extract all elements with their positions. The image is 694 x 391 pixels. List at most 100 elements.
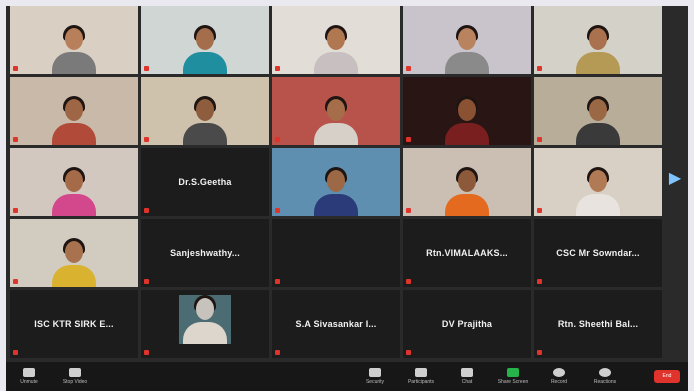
muted-mic-icon (275, 279, 280, 284)
reactions-button[interactable]: Reactions (582, 362, 628, 391)
participant-name: Rtn.VIMALAAKS... (426, 248, 508, 258)
muted-mic-icon (406, 350, 411, 355)
participant-video (272, 6, 400, 74)
participant-name-tile[interactable]: ISC KTR SIRK E... (10, 290, 138, 358)
muted-mic-icon (13, 137, 18, 142)
participant-video-tile[interactable] (534, 77, 662, 145)
zoom-meeting-window: Dr.S.Geetha Sanjeshwathy... Rtn.VIMALAAKS.… (0, 0, 694, 391)
participant-video-tile[interactable] (272, 148, 400, 216)
participants-button[interactable]: Participants (398, 362, 444, 391)
share-screen-button[interactable]: Share Screen (490, 362, 536, 391)
gallery-grid: Dr.S.Geetha Sanjeshwathy... Rtn.VIMALAAKS.… (10, 6, 662, 358)
muted-mic-icon (537, 208, 542, 213)
participant-name-tile[interactable]: Sanjeshwathy... (141, 219, 269, 287)
participant-video-tile[interactable] (403, 6, 531, 74)
record-button[interactable]: Record (536, 362, 582, 391)
participant-figure (445, 93, 489, 145)
participant-video-tile[interactable] (403, 77, 531, 145)
participant-video-tile[interactable] (272, 6, 400, 74)
participant-video-tile[interactable] (272, 77, 400, 145)
participant-video (141, 6, 269, 74)
meeting-toolbar: Unmute Stop Video Security Participants … (6, 362, 688, 391)
muted-mic-icon (275, 66, 280, 71)
participant-name: CSC Mr Sowndar... (556, 248, 640, 258)
muted-mic-icon (406, 137, 411, 142)
muted-mic-icon (144, 350, 149, 355)
next-page-icon[interactable]: ▶ (668, 170, 682, 188)
participant-name-tile[interactable]: DV Prajitha (403, 290, 531, 358)
participant-video (534, 6, 662, 74)
participant-video (10, 6, 138, 74)
muted-mic-icon (406, 66, 411, 71)
participant-figure (183, 22, 227, 74)
participant-figure (314, 93, 358, 145)
participant-figure (445, 22, 489, 74)
participant-name-tile[interactable]: Rtn. Sheethi Bal... (534, 290, 662, 358)
participant-video (403, 6, 531, 74)
participant-video (141, 77, 269, 145)
participant-video (403, 148, 531, 216)
participant-video-tile[interactable] (534, 6, 662, 74)
muted-mic-icon (144, 279, 149, 284)
shield-icon (369, 368, 381, 377)
muted-mic-icon (537, 350, 542, 355)
participant-video-tile[interactable] (141, 6, 269, 74)
muted-mic-icon (13, 279, 18, 284)
participant-video-tile[interactable] (534, 148, 662, 216)
muted-mic-icon (275, 208, 280, 213)
unmute-button[interactable]: Unmute (6, 362, 52, 391)
participant-video (10, 148, 138, 216)
participant-figure (183, 93, 227, 145)
participant-figure (576, 93, 620, 145)
participant-figure (52, 235, 96, 287)
muted-mic-icon (144, 66, 149, 71)
participant-name: S.A Sivasankar I... (295, 319, 377, 329)
reactions-icon (599, 368, 611, 377)
muted-mic-icon (537, 137, 542, 142)
participant-video-tile[interactable] (10, 148, 138, 216)
participant-video (10, 77, 138, 145)
muted-mic-icon (275, 350, 280, 355)
muted-mic-icon (144, 137, 149, 142)
camera-icon (69, 368, 81, 377)
participant-name: DV Prajitha (441, 319, 493, 329)
muted-mic-icon (406, 279, 411, 284)
share-screen-icon (507, 368, 519, 377)
muted-mic-icon (406, 208, 411, 213)
participant-figure (576, 164, 620, 216)
participant-video (272, 77, 400, 145)
stop-video-button[interactable]: Stop Video (52, 362, 98, 391)
microphone-icon (23, 368, 35, 377)
participant-figure (314, 22, 358, 74)
participant-video-tile[interactable] (10, 77, 138, 145)
muted-mic-icon (13, 350, 18, 355)
end-meeting-button[interactable]: End (654, 370, 680, 383)
participant-video-tile[interactable] (141, 290, 269, 358)
muted-mic-icon (275, 137, 280, 142)
participant-name-tile[interactable]: CSC Mr Sowndar... (534, 219, 662, 287)
participant-video-tile[interactable] (10, 219, 138, 287)
chat-icon (461, 368, 473, 377)
muted-mic-icon (13, 66, 18, 71)
security-button[interactable]: Security (352, 362, 398, 391)
participant-name-tile[interactable]: Rtn.VIMALAAKS... (403, 219, 531, 287)
participant-name-tile[interactable] (272, 219, 400, 287)
chat-button[interactable]: Chat (444, 362, 490, 391)
participant-figure (314, 164, 358, 216)
participant-name: Rtn. Sheethi Bal... (557, 319, 639, 329)
muted-mic-icon (537, 66, 542, 71)
participant-figure (52, 93, 96, 145)
participant-figure (445, 164, 489, 216)
participant-name: Sanjeshwathy... (170, 248, 240, 258)
participant-video-tile[interactable] (403, 148, 531, 216)
participant-video (534, 77, 662, 145)
muted-mic-icon (13, 208, 18, 213)
muted-mic-icon (537, 279, 542, 284)
participants-icon (415, 368, 427, 377)
participant-video-tile[interactable] (10, 6, 138, 74)
participant-video-tile[interactable] (141, 77, 269, 145)
participant-name-tile[interactable]: S.A Sivasankar I... (272, 290, 400, 358)
participant-name-tile[interactable]: Dr.S.Geetha (141, 148, 269, 216)
participant-name: ISC KTR SIRK E... (34, 319, 114, 329)
participant-figure (52, 22, 96, 74)
